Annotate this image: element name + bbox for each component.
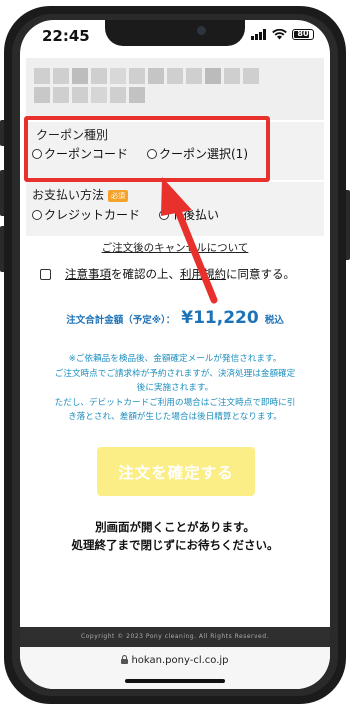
copyright-footer: Copyright © 2023 Pony cleaning. All Righ… xyxy=(20,627,330,647)
notice-line: 後に実施されます。 xyxy=(136,383,214,393)
terms-notes-link[interactable]: 注意事項 xyxy=(65,266,111,282)
annotation-arrow xyxy=(161,177,218,304)
notice-line: き落とされ、差額が生じた場合は後日精算となります。 xyxy=(68,412,282,422)
required-badge: 必須 xyxy=(108,189,129,202)
battery-level: 80 xyxy=(297,29,309,38)
url-text: hokan.pony-cl.co.jp xyxy=(131,655,229,666)
popup-line: 処理終了まで閉じずにお待ちください。 xyxy=(71,538,279,552)
agree-checkbox[interactable] xyxy=(40,268,51,280)
screen: 22:45 80 クーポン種別 クーポンコード クーポン選択(1) お支払い方法… xyxy=(20,20,330,689)
notice-line: ただし、デビットカードご利用の場合はご注文時点で即時に引 xyxy=(54,397,296,408)
popup-line: 別画面が開くことがあります。 xyxy=(95,520,255,534)
camera-icon xyxy=(197,26,206,35)
radio-button[interactable] xyxy=(32,209,42,220)
confirm-order-button[interactable]: 注文を確定する xyxy=(97,447,255,496)
payment-title-text: お支払い方法 xyxy=(32,188,105,202)
blurred-header xyxy=(26,58,324,120)
notice-line: ※ご依頼品を検品後、金額確定メールが発信されます。 xyxy=(68,354,282,364)
notice-line: ご注文時点でご請求枠が予約されますが、決済処理は金額確定 xyxy=(54,368,296,379)
tax-label: 税込 xyxy=(264,315,284,326)
notch xyxy=(105,20,245,46)
signal-icon xyxy=(251,29,266,40)
url-display[interactable]: hokan.pony-cl.co.jp xyxy=(20,655,330,666)
phone-mockup: 22:45 80 クーポン種別 クーポンコード クーポン選択(1) お支払い方法… xyxy=(0,0,350,709)
status-icons: 80 xyxy=(251,29,314,40)
battery-icon: 80 xyxy=(292,29,314,40)
address-bar[interactable]: hokan.pony-cl.co.jp xyxy=(20,647,330,689)
pixelated-text xyxy=(34,68,274,103)
wifi-icon xyxy=(272,29,287,40)
power-button xyxy=(346,190,350,260)
payment-option-label: クレジットカード xyxy=(44,208,141,222)
notice-text: ※ご依頼品を検品後、金額確定メールが発信されます。 ご注文時点でご請求枠が予約さ… xyxy=(30,352,320,425)
payment-title: お支払い方法 必須 xyxy=(32,186,129,203)
popup-message: 別画面が開くことがあります。 処理終了まで閉じずにお待ちください。 xyxy=(20,518,330,554)
status-time: 22:45 xyxy=(42,27,90,45)
home-indicator[interactable] xyxy=(125,679,225,683)
payment-option-credit[interactable]: クレジットカード xyxy=(32,206,140,223)
lock-icon xyxy=(121,655,129,664)
